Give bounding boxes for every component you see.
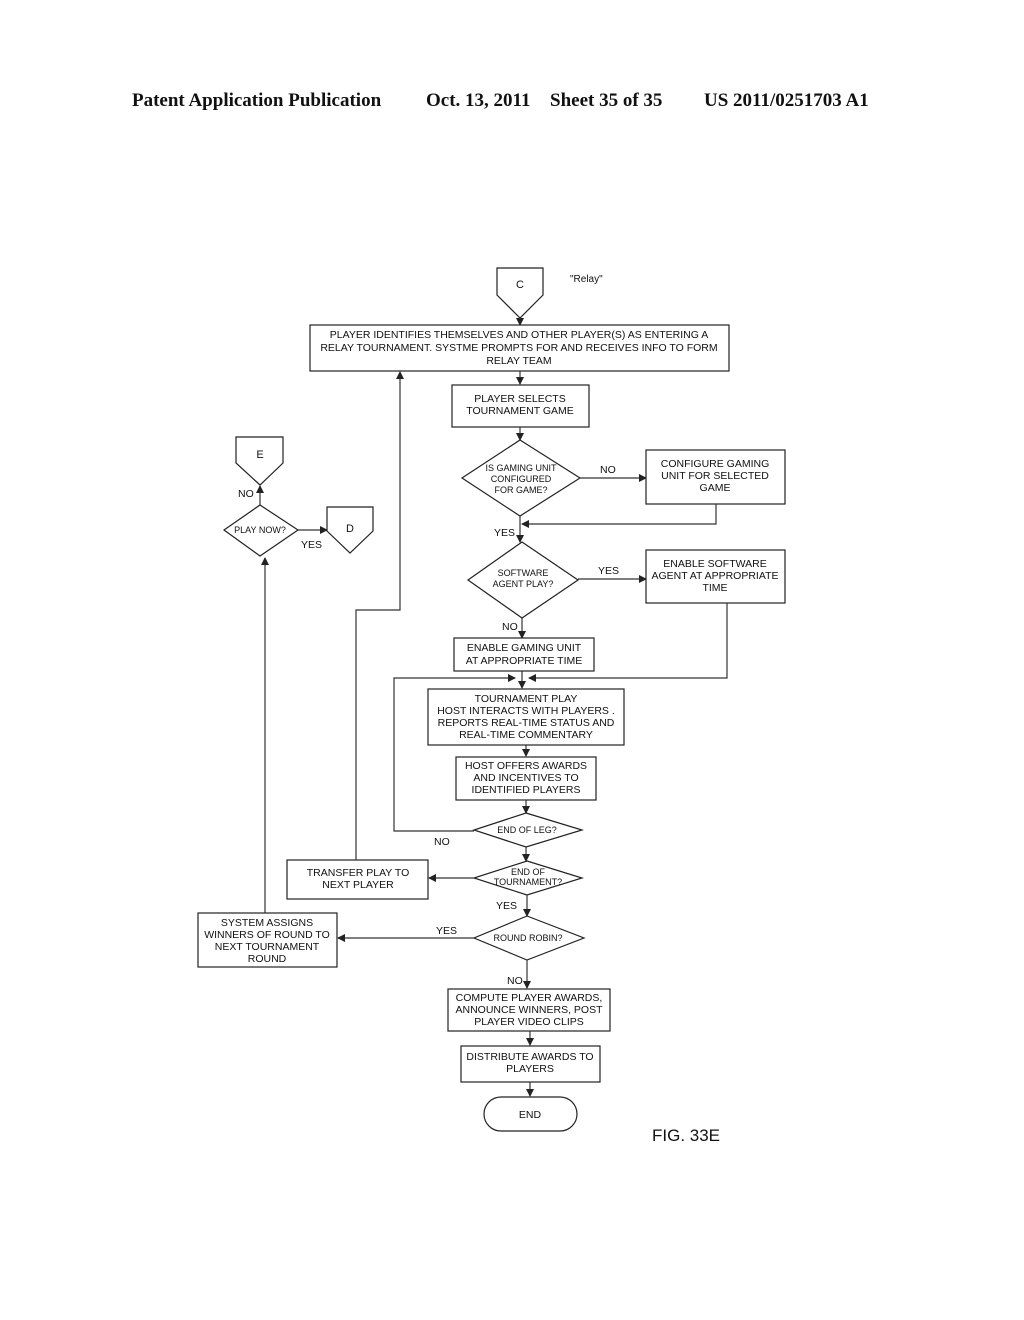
decision-tournament-line-1: END OF bbox=[511, 867, 546, 877]
flowchart: C "Relay" PLAYER IDENTIFIES THEMSELVES A… bbox=[197, 267, 786, 1145]
step-identify-line-1: PLAYER IDENTIFIES THEMSELVES AND OTHER P… bbox=[330, 329, 708, 341]
decision-play-now: PLAY NOW? bbox=[222, 504, 300, 557]
step-transfer-line-1: TRANSFER PLAY TO bbox=[307, 867, 410, 879]
label-round-robin-yes: YES bbox=[436, 925, 457, 937]
step-play-line-2: HOST INTERACTS WITH PLAYERS . bbox=[437, 705, 615, 717]
label-agent-no: NO bbox=[502, 621, 518, 633]
terminator-end: END bbox=[483, 1096, 578, 1132]
connector-e-label: E bbox=[256, 449, 263, 461]
step-configure-line-1: CONFIGURE GAMING bbox=[661, 458, 770, 470]
step-enable-unit-line-2: AT APPROPRIATE TIME bbox=[466, 655, 583, 667]
step-distribute-awards: DISTRIBUTE AWARDS TO PLAYERS bbox=[460, 1045, 601, 1083]
step-configure-unit: CONFIGURE GAMING UNIT FOR SELECTED GAME bbox=[645, 449, 786, 505]
label-agent-yes: YES bbox=[598, 565, 619, 577]
decision-configured: IS GAMING UNIT CONFIGURED FOR GAME? bbox=[460, 439, 582, 517]
figure-label: FIG. 33E bbox=[652, 1126, 720, 1145]
step-play-line-3: REPORTS REAL-TIME STATUS AND bbox=[438, 717, 615, 729]
step-enable-agent: ENABLE SOFTWARE AGENT AT APPROPRIATE TIM… bbox=[645, 549, 786, 604]
step-transfer-play: TRANSFER PLAY TO NEXT PLAYER bbox=[286, 859, 429, 900]
decision-agent-line-1: SOFTWARE bbox=[498, 568, 549, 578]
decision-round-robin: ROUND ROBIN? bbox=[472, 915, 586, 961]
connector-d-label: D bbox=[346, 523, 354, 535]
step-enable-unit: ENABLE GAMING UNIT AT APPROPRIATE TIME bbox=[453, 637, 595, 672]
label-configured-yes: YES bbox=[494, 527, 515, 539]
step-compute-line-2: ANNOUNCE WINNERS, POST bbox=[455, 1004, 603, 1016]
decision-end-of-leg: END OF LEG? bbox=[472, 812, 585, 848]
decision-play-now-line-1: PLAY NOW? bbox=[234, 525, 286, 535]
decision-agent-play: SOFTWARE AGENT PLAY? bbox=[466, 541, 580, 619]
step-enable-unit-line-1: ENABLE GAMING UNIT bbox=[467, 642, 582, 654]
step-configure-line-2: UNIT FOR SELECTED bbox=[661, 470, 769, 482]
label-configured-no: NO bbox=[600, 464, 616, 476]
step-configure-line-3: GAME bbox=[700, 482, 731, 494]
step-compute-line-1: COMPUTE PLAYER AWARDS, bbox=[456, 992, 603, 1004]
step-assign-line-3: NEXT TOURNAMENT bbox=[215, 941, 320, 953]
step-assign-winners: SYSTEM ASSIGNS WINNERS OF ROUND TO NEXT … bbox=[197, 912, 338, 968]
step-host-awards: HOST OFFERS AWARDS AND INCENTIVES TO IDE… bbox=[455, 756, 597, 801]
connector-c: C bbox=[496, 267, 544, 319]
label-leg-no: NO bbox=[434, 836, 450, 848]
decision-configured-line-3: FOR GAME? bbox=[494, 485, 547, 495]
step-host-line-3: IDENTIFIED PLAYERS bbox=[472, 784, 581, 796]
connector-d: D bbox=[326, 506, 374, 554]
label-play-now-no: NO bbox=[238, 488, 254, 500]
step-select-line-1: PLAYER SELECTS bbox=[474, 393, 565, 405]
step-identify-line-3: RELAY TEAM bbox=[486, 355, 551, 367]
step-select-game: PLAYER SELECTS TOURNAMENT GAME bbox=[451, 384, 590, 428]
connector-c-label: C bbox=[516, 279, 524, 291]
step-enable-agent-line-2: AGENT AT APPROPRIATE bbox=[651, 570, 778, 582]
step-play-line-1: TOURNAMENT PLAY bbox=[475, 693, 578, 705]
step-host-line-1: HOST OFFERS AWARDS bbox=[465, 760, 587, 772]
step-identify-players: PLAYER IDENTIFIES THEMSELVES AND OTHER P… bbox=[309, 324, 730, 372]
label-tournament-yes: YES bbox=[496, 900, 517, 912]
terminator-end-label: END bbox=[519, 1109, 542, 1121]
step-play-line-4: REAL-TIME COMMENTARY bbox=[459, 729, 593, 741]
step-tournament-play: TOURNAMENT PLAY HOST INTERACTS WITH PLAY… bbox=[427, 688, 625, 746]
decision-end-of-tournament: END OF TOURNAMENT? bbox=[472, 860, 585, 896]
step-assign-line-2: WINNERS OF ROUND TO bbox=[204, 929, 330, 941]
step-identify-line-2: RELAY TOURNAMENT. SYSTME PROMPTS FOR AND… bbox=[320, 342, 717, 354]
edge-configure-return bbox=[521, 504, 717, 528]
decision-round-robin-line-1: ROUND ROBIN? bbox=[493, 933, 562, 943]
decision-tournament-line-2: TOURNAMENT? bbox=[494, 877, 562, 887]
step-enable-agent-line-1: ENABLE SOFTWARE bbox=[663, 558, 766, 570]
label-play-now-yes: YES bbox=[301, 539, 322, 551]
decision-agent-line-2: AGENT PLAY? bbox=[493, 579, 554, 589]
step-distribute-line-1: DISTRIBUTE AWARDS TO bbox=[466, 1051, 593, 1063]
step-host-line-2: AND INCENTIVES TO bbox=[473, 772, 578, 784]
step-distribute-line-2: PLAYERS bbox=[506, 1063, 554, 1075]
step-compute-awards: COMPUTE PLAYER AWARDS, ANNOUNCE WINNERS,… bbox=[447, 988, 611, 1032]
step-assign-line-4: ROUND bbox=[248, 953, 287, 965]
connector-e: E bbox=[235, 436, 284, 486]
step-select-line-2: TOURNAMENT GAME bbox=[466, 405, 574, 417]
step-transfer-line-2: NEXT PLAYER bbox=[322, 879, 394, 891]
step-enable-agent-line-3: TIME bbox=[702, 582, 727, 594]
step-compute-line-3: PLAYER VIDEO CLIPS bbox=[474, 1016, 584, 1028]
label-round-robin-no: NO bbox=[507, 975, 523, 987]
decision-configured-line-2: CONFIGURED bbox=[491, 474, 552, 484]
figure-subtitle: "Relay" bbox=[570, 274, 603, 285]
decision-configured-line-1: IS GAMING UNIT bbox=[485, 463, 557, 473]
step-assign-line-1: SYSTEM ASSIGNS bbox=[221, 917, 313, 929]
decision-leg-line-1: END OF LEG? bbox=[497, 825, 557, 835]
